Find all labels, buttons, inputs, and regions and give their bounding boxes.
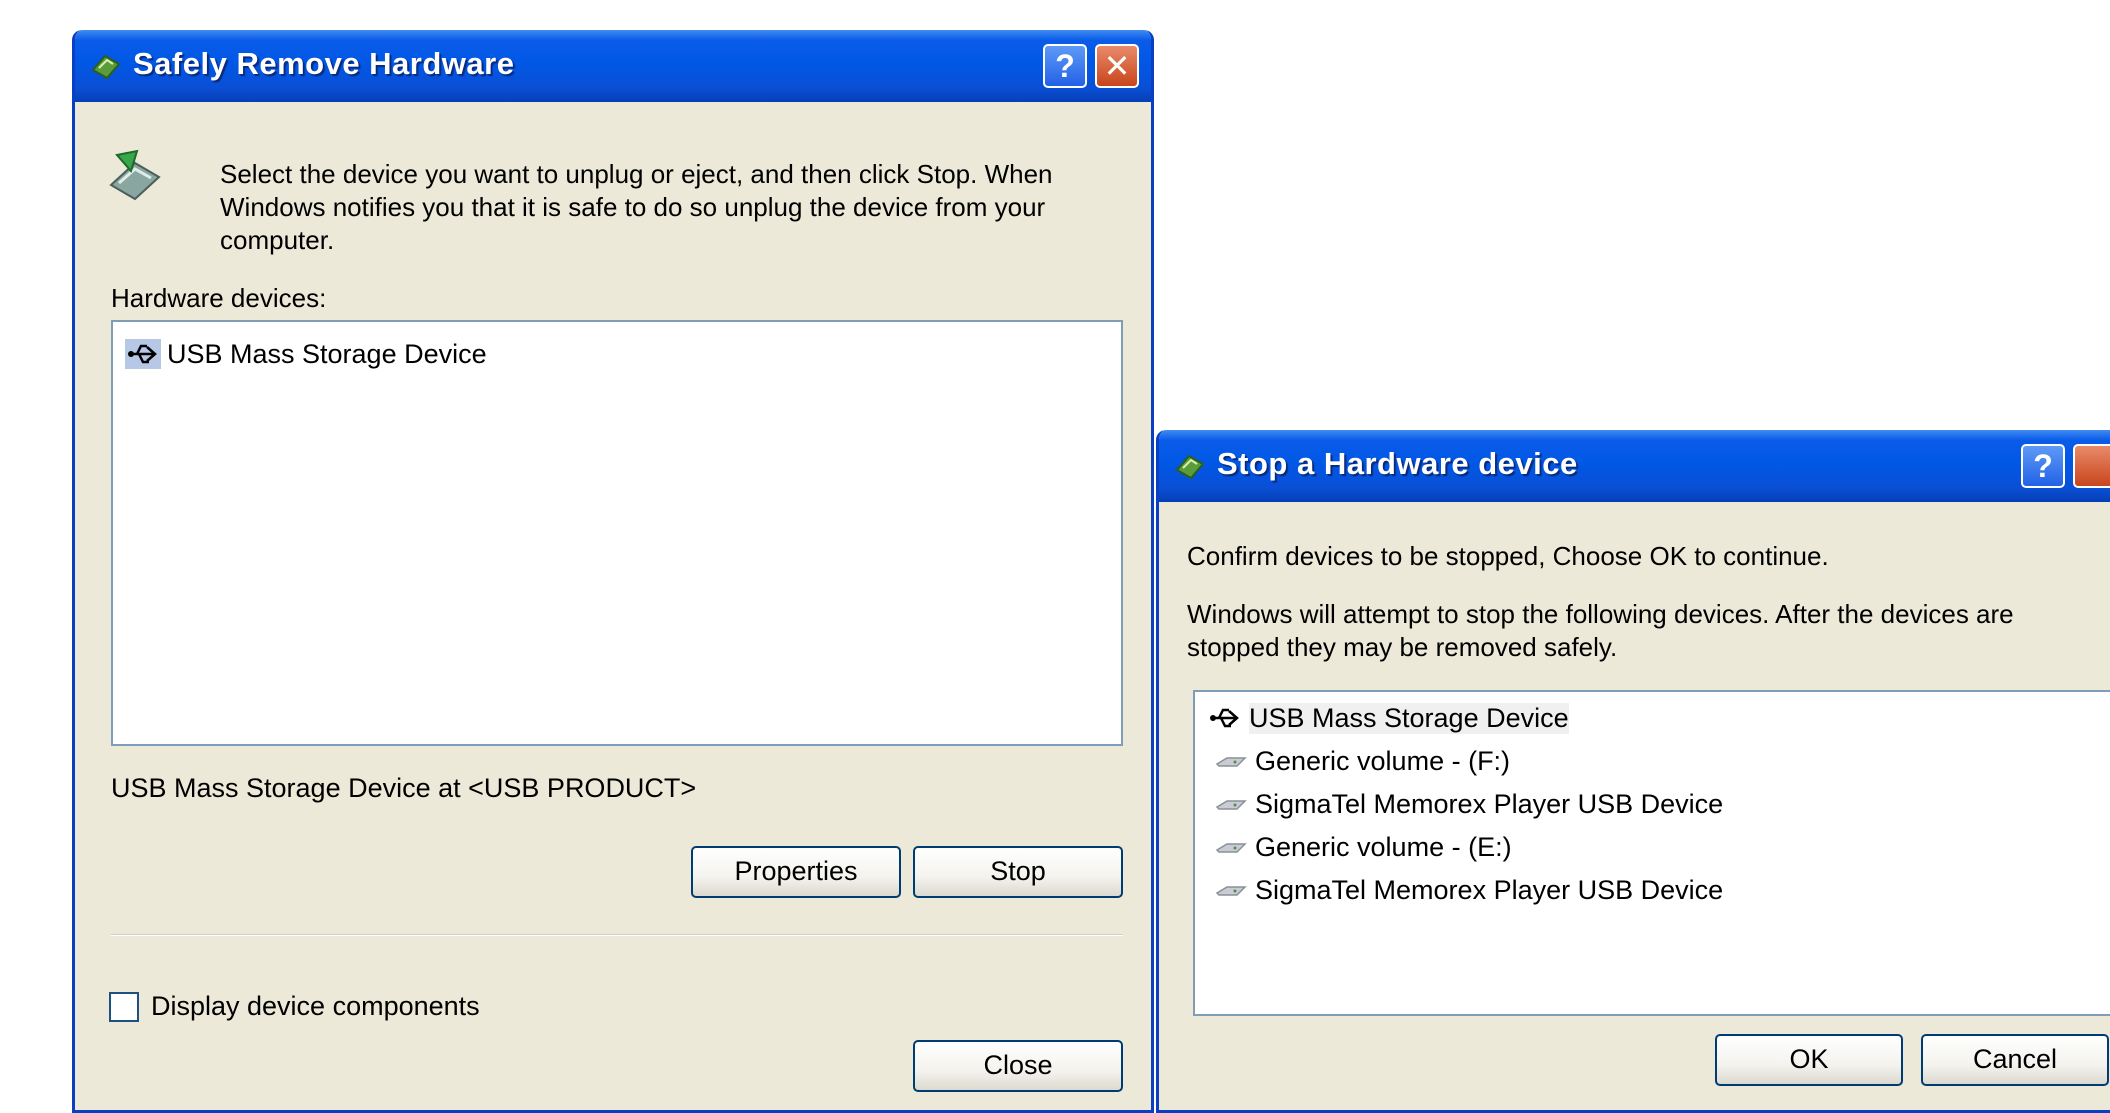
list-item[interactable]: USB Mass Storage Device [1207,698,1569,738]
selected-device-description: USB Mass Storage Device at <USB PRODUCT> [111,773,697,803]
close-window-button[interactable]: ✕ [1095,44,1139,88]
instruction-line-2: Windows notifies you that it is safe to … [220,192,1046,222]
device-label: SigmaTel Memorex Player USB Device [1255,788,1724,819]
title-bar[interactable]: Safely Remove Hardware ? ✕ [75,30,1151,102]
window-title: Stop a Hardware device [1217,446,1578,481]
separator [111,934,1123,936]
list-item[interactable]: SigmaTel Memorex Player USB Device [1213,870,1723,910]
stop-button[interactable]: Stop [913,846,1123,898]
device-label: Generic volume - (F:) [1255,745,1511,776]
instruction-line-3: computer. [220,225,335,255]
drive-icon [1215,886,1247,896]
display-components-label[interactable]: Display device components [151,990,480,1023]
list-item[interactable]: SigmaTel Memorex Player USB Device [1213,784,1723,824]
hardware-icon [91,54,121,80]
device-label: USB Mass Storage Device [167,338,487,369]
devices-to-stop-list[interactable]: USB Mass Storage Device Generic volume -… [1193,690,2110,1016]
ok-button[interactable]: OK [1715,1034,1903,1086]
usb-icon [125,339,161,369]
usb-icon [1210,708,1239,728]
instruction-line-1: Select the device you want to unplug or … [220,159,1053,189]
stop-hardware-device-dialog: Stop a Hardware device ? Confirm devices… [1156,430,2110,1113]
confirm-text: Confirm devices to be stopped, Choose OK… [1187,541,1829,571]
list-item[interactable]: USB Mass Storage Device [125,334,487,374]
info-line-2: stopped they may be removed safely. [1187,632,1618,662]
safely-remove-icon [109,149,161,201]
close-icon: ✕ [1103,48,1131,84]
device-label: USB Mass Storage Device [1249,702,1569,734]
info-line-1: Windows will attempt to stop the followi… [1187,599,2014,629]
hardware-icon [1175,454,1205,480]
window-title: Safely Remove Hardware [133,46,515,81]
help-icon: ? [1055,48,1075,84]
hardware-devices-label: Hardware devices: [111,283,327,313]
safely-remove-hardware-dialog: Safely Remove Hardware ? ✕ Select the de… [72,30,1154,1113]
hardware-devices-list[interactable]: USB Mass Storage Device [111,320,1123,746]
drive-icon [1215,757,1247,767]
drive-icon [1215,843,1247,853]
display-components-checkbox[interactable] [109,992,139,1022]
list-item[interactable]: Generic volume - (E:) [1213,827,1512,867]
device-label: Generic volume - (E:) [1255,831,1512,862]
close-button[interactable]: Close [913,1040,1123,1092]
help-button[interactable]: ? [1043,44,1087,88]
title-bar[interactable]: Stop a Hardware device ? [1159,430,2110,502]
device-label: SigmaTel Memorex Player USB Device [1255,874,1724,905]
list-item[interactable]: Generic volume - (F:) [1213,741,1510,781]
close-window-button[interactable] [2073,444,2110,488]
drive-icon [1215,800,1247,810]
cancel-button[interactable]: Cancel [1921,1034,2109,1086]
help-button[interactable]: ? [2021,444,2065,488]
properties-button[interactable]: Properties [691,846,901,898]
help-icon: ? [2033,448,2053,484]
